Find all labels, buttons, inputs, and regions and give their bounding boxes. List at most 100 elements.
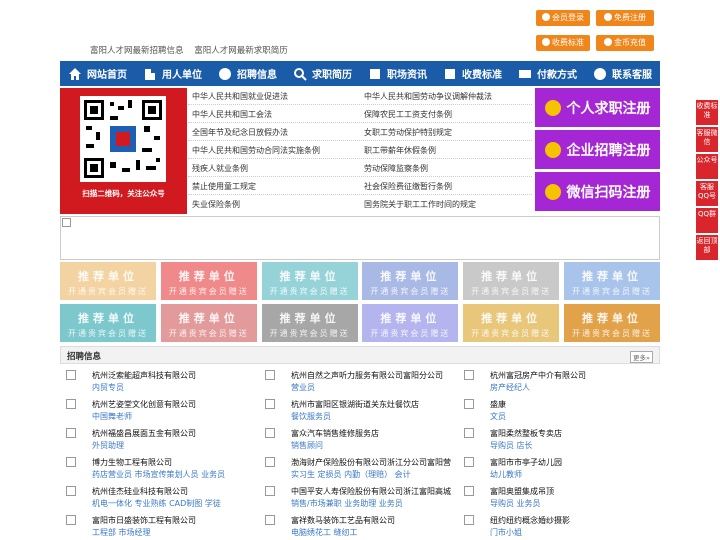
login-button[interactable]: 会员登录 (536, 10, 590, 26)
law-link[interactable]: 国务院关于职工工作时间的规定 (364, 199, 476, 210)
job-title[interactable]: 外贸助理 (92, 440, 124, 451)
job-title[interactable]: 机电一体化 专业熟练 CAD制图 学徒 (92, 498, 221, 509)
side-pricing[interactable]: 收费标准 (696, 100, 718, 125)
side-official-account[interactable]: 公众号 (696, 154, 718, 179)
recommended-employer-tile[interactable]: 推荐单位 开通贵宾会员赠送 (261, 304, 358, 342)
company-listing[interactable]: 富祥数马装饰工艺品有限公司 电脑绣花工 缝纫工 (259, 513, 449, 540)
job-title[interactable]: 销售顾问 (291, 440, 323, 451)
job-title[interactable]: 电脑绣花工 缝纫工 (291, 527, 358, 538)
company-listing[interactable]: 中国平安人寿保险股份有限公司浙江富阳高城 销售/市场兼职 业务助理 业务员 (259, 484, 451, 512)
nav-jobs[interactable]: 招聘信息 (210, 61, 285, 86)
more-button[interactable]: 更多» (630, 351, 653, 363)
law-link[interactable]: 禁止使用童工规定 (192, 181, 256, 192)
recommended-employer-tile[interactable]: 推荐单位 开通贵宾会员赠送 (564, 262, 660, 300)
company-name[interactable]: 富阳市市亭子幼儿园 (490, 457, 562, 468)
company-name[interactable]: 杭州福盛昌展面五金有限公司 (92, 428, 196, 439)
recommended-employer-tile[interactable]: 推荐单位 开通贵宾会员赠送 (261, 262, 358, 300)
latest-resumes-link[interactable]: 富阳人才网最新求职简历 (194, 46, 288, 56)
recommended-employer-tile[interactable]: 推荐单位 开通贵宾会员赠送 (463, 304, 560, 342)
company-listing[interactable]: 杭州福盛昌展面五金有限公司 外贸助理 (60, 426, 250, 454)
company-name[interactable]: 富阳市日盛装饰工程有限公司 (92, 515, 196, 526)
law-link[interactable]: 中华人民共和国劳动合同法实施条例 (192, 145, 320, 156)
job-title[interactable]: 营业员 (291, 382, 315, 393)
company-name[interactable]: 杭州佳杰硅业科技有限公司 (92, 486, 188, 497)
recommended-employer-tile[interactable]: 推荐单位 开通贵宾会员赠送 (160, 262, 257, 300)
recommended-employer-tile[interactable]: 推荐单位 开通贵宾会员赠送 (60, 304, 156, 342)
law-link[interactable]: 劳动保障监察条例 (364, 163, 428, 174)
register-button[interactable]: 免费注册 (596, 10, 654, 26)
job-title[interactable]: 实习生 定损员 内勤（理赔） 会计 (291, 469, 411, 480)
ad-banner[interactable] (60, 216, 660, 260)
jobseeker-register-button[interactable]: 个人求职注册 (535, 88, 660, 127)
recommended-employer-tile[interactable]: 推荐单位 开通贵宾会员赠送 (160, 304, 257, 342)
job-title[interactable]: 文员 (490, 411, 506, 422)
side-back-to-top[interactable]: 返回顶部 (696, 235, 718, 260)
company-listing[interactable]: 富阳奥盟集成吊顶 导购员 业务员 (458, 484, 648, 512)
job-title[interactable]: 销售/市场兼职 业务助理 业务员 (291, 498, 403, 509)
company-listing[interactable]: 杭州泛索能超声科技有限公司 内贸专员 (60, 368, 250, 396)
job-title[interactable]: 内贸专员 (92, 382, 124, 393)
latest-jobs-link[interactable]: 富阳人才网最新招聘信息 (90, 46, 184, 56)
job-title[interactable]: 门市小姐 (490, 527, 522, 538)
nav-support[interactable]: 联系客服 (585, 61, 660, 86)
company-listing[interactable]: 富众汽车销售维修服务店 销售顾问 (259, 426, 449, 454)
nav-home[interactable]: 网站首页 (60, 61, 135, 86)
nav-news[interactable]: 职场资讯 (360, 61, 435, 86)
company-listing[interactable]: 杭州艺姿堂文化创意有限公司 中国舞老师 (60, 397, 250, 425)
law-link[interactable]: 职工带薪年休假条例 (364, 145, 436, 156)
job-title[interactable]: 餐饮服务员 (291, 411, 331, 422)
nav-employers[interactable]: 用人单位 (135, 61, 210, 86)
law-link[interactable]: 中华人民共和国就业促进法 (192, 91, 288, 102)
company-listing[interactable]: 杭州自然之声听力服务有限公司富阳分公司 营业员 (259, 368, 449, 396)
job-title[interactable]: 工程部 市场经理 (92, 527, 151, 538)
recommended-employer-tile[interactable]: 推荐单位 开通贵宾会员赠送 (362, 304, 459, 342)
company-listing[interactable]: 博力生物工程有限公司 药店营业员 市场宣传策划人员 业务员 (60, 455, 250, 483)
recommended-employer-tile[interactable]: 推荐单位 开通贵宾会员赠送 (60, 262, 156, 300)
company-listing[interactable]: 富阳市日盛装饰工程有限公司 工程部 市场经理 (60, 513, 250, 540)
company-name[interactable]: 杭州艺姿堂文化创意有限公司 (92, 399, 196, 410)
company-name[interactable]: 纽约纽约概念婚纱摄影 (490, 515, 570, 526)
job-title[interactable]: 幼儿教师 (490, 469, 522, 480)
law-link[interactable]: 女职工劳动保护特别规定 (364, 127, 452, 138)
company-name[interactable]: 富阳柔然整板专卖店 (490, 428, 562, 439)
nav-resumes[interactable]: 求职简历 (285, 61, 360, 86)
company-name[interactable]: 富阳奥盟集成吊顶 (490, 486, 554, 497)
company-name[interactable]: 富祥数马装饰工艺品有限公司 (291, 515, 395, 526)
job-title[interactable]: 导购员 店长 (490, 440, 533, 451)
recommended-employer-tile[interactable]: 推荐单位 开通贵宾会员赠送 (362, 262, 459, 300)
nav-payment[interactable]: 付款方式 (510, 61, 585, 86)
recommended-employer-tile[interactable]: 推荐单位 开通贵宾会员赠送 (463, 262, 560, 300)
law-link[interactable]: 全国年节及纪念日放假办法 (192, 127, 288, 138)
law-link[interactable]: 失业保险条例 (192, 199, 240, 210)
recharge-button[interactable]: 金币充值 (596, 35, 654, 51)
company-listing[interactable]: 盛康 文员 (458, 397, 648, 425)
company-listing[interactable]: 渤海财产保险股份有限公司浙江分公司富阳营 实习生 定损员 内勤（理赔） 会计 (259, 455, 451, 483)
company-listing[interactable]: 杭州富冠房产中介有限公司 房产经纪人 (458, 368, 648, 396)
pricing-button[interactable]: 收费标准 (536, 35, 590, 51)
company-name[interactable]: 杭州自然之声听力服务有限公司富阳分公司 (291, 370, 443, 381)
law-link[interactable]: 社会保险费征缴暂行条例 (364, 181, 452, 192)
company-listing[interactable]: 富阳市市亭子幼儿园 幼儿教师 (458, 455, 648, 483)
company-listing[interactable]: 富阳柔然整板专卖店 导购员 店长 (458, 426, 648, 454)
law-link[interactable]: 中华人民共和国工会法 (192, 109, 272, 120)
employer-register-button[interactable]: 企业招聘注册 (535, 130, 660, 169)
job-title[interactable]: 中国舞老师 (92, 411, 132, 422)
company-name[interactable]: 渤海财产保险股份有限公司浙江分公司富阳营 (291, 457, 451, 468)
nav-pricing[interactable]: 收费标准 (435, 61, 510, 86)
recommended-employer-tile[interactable]: 推荐单位 开通贵宾会员赠送 (564, 304, 660, 342)
company-name[interactable]: 盛康 (490, 399, 506, 410)
company-listing[interactable]: 杭州佳杰硅业科技有限公司 机电一体化 专业熟练 CAD制图 学徒 (60, 484, 250, 512)
company-name[interactable]: 博力生物工程有限公司 (92, 457, 172, 468)
company-listing[interactable]: 杭州市富阳区银湖街道关东灶餐饮店 餐饮服务员 (259, 397, 449, 425)
law-link[interactable]: 中华人民共和国劳动争议调解仲裁法 (364, 91, 492, 102)
side-qq-group[interactable]: QQ群 (696, 208, 718, 233)
job-title[interactable]: 药店营业员 市场宣传策划人员 业务员 (92, 469, 225, 480)
wechat-register-button[interactable]: 微信扫码注册 (535, 172, 660, 211)
side-wechat-support[interactable]: 客服微信 (696, 127, 718, 152)
job-title[interactable]: 房产经纪人 (490, 382, 530, 393)
company-name[interactable]: 杭州泛索能超声科技有限公司 (92, 370, 196, 381)
law-link[interactable]: 保障农民工工资支付条例 (364, 109, 452, 120)
company-name[interactable]: 杭州市富阳区银湖街道关东灶餐饮店 (291, 399, 419, 410)
law-link[interactable]: 残疾人就业条例 (192, 163, 248, 174)
company-name[interactable]: 中国平安人寿保险股份有限公司浙江富阳高城 (291, 486, 451, 497)
